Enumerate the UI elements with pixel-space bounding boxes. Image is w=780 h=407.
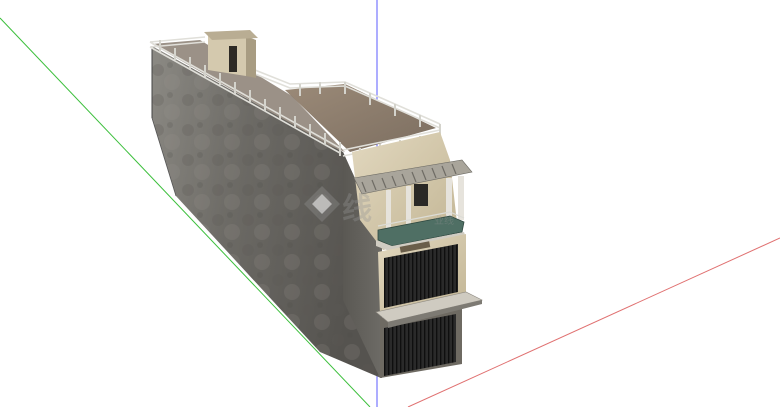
building-model[interactable] (149, 30, 483, 378)
stair-tower-front (208, 36, 246, 76)
stair-tower-door (229, 46, 237, 72)
model-scene[interactable] (0, 0, 780, 407)
3d-viewport[interactable]: 线 业线 (0, 0, 780, 407)
stair-tower-side (246, 36, 256, 78)
